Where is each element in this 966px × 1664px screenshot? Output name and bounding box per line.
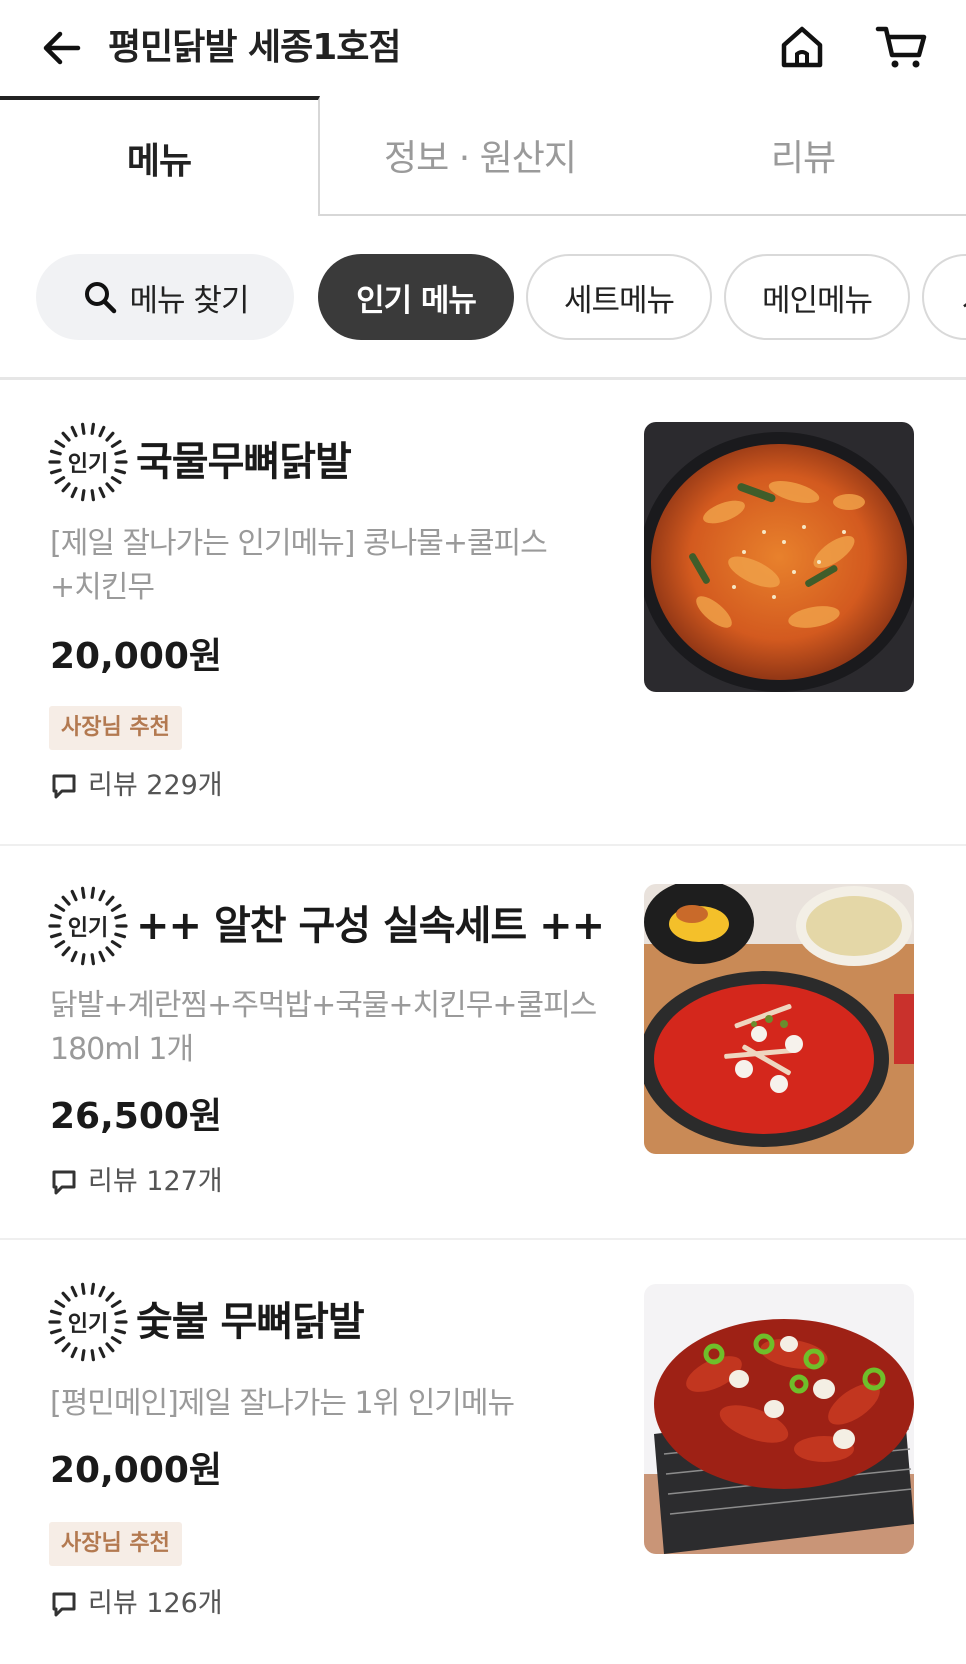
app-header: 평민닭발 세종1호점 — [0, 0, 966, 96]
menu-item[interactable]: 인기 숯불 무뼈닭발 [평민메인]제일 잘나가는 1위 인기메뉴 20,000원… — [0, 1240, 966, 1664]
menu-item-price: 26,500원 — [50, 1096, 223, 1137]
chip-main-menu[interactable]: 메인메뉴 — [724, 254, 910, 340]
review-count: 리뷰 127개 — [50, 1162, 223, 1202]
menu-item-photo — [644, 1284, 914, 1554]
comment-icon — [52, 1592, 76, 1617]
chip-side-menu[interactable]: 사 — [922, 254, 966, 340]
menu-item-name: 숯불 무뼈닭발 — [136, 1299, 365, 1345]
tab-info-origin[interactable]: 정보 · 원산지 — [320, 96, 640, 216]
popular-badge: 인기 — [48, 422, 128, 502]
menu-item-description-line: 닭발+계란찜+주먹밥+국물+치킨무+쿨피스 — [50, 988, 597, 1023]
review-count-label: 리뷰 126개 — [88, 1588, 223, 1619]
chip-set-menu[interactable]: 세트메뉴 — [526, 254, 712, 340]
comment-icon — [52, 774, 76, 799]
home-icon — [781, 26, 823, 68]
popular-badge: 인기 — [48, 1282, 128, 1362]
owner-recommend-tag: 사장님 추천 — [49, 706, 182, 750]
menu-filter-bar: 메뉴 찾기 인기 메뉴 세트메뉴 메인메뉴 사 — [0, 250, 966, 342]
menu-item-description: [제일 잘나가는 인기메뉴] 콩나물+쿨피스 +치킨무 — [50, 522, 620, 610]
home-button[interactable] — [775, 20, 829, 74]
popular-badge-label: 인기 — [67, 1312, 109, 1337]
menu-item-photo — [644, 422, 914, 692]
search-icon — [84, 282, 116, 314]
chip-popular-menu[interactable]: 인기 메뉴 — [318, 254, 514, 340]
menu-item-name: 국물무뼈닭발 — [136, 439, 352, 485]
food-photo-braised-chicken-feet — [644, 422, 914, 692]
menu-item-name: ++ 알찬 구성 실속세트 ++ — [136, 903, 605, 949]
menu-item-description-line: [제일 잘나가는 인기메뉴] 콩나물+쿨피스 — [50, 526, 548, 561]
menu-item[interactable]: 인기 국물무뼈닭발 [제일 잘나가는 인기메뉴] 콩나물+쿨피스 +치킨무 20… — [0, 380, 966, 840]
review-count: 리뷰 126개 — [50, 1584, 223, 1624]
food-photo-grilled-chicken-feet — [644, 1284, 914, 1554]
menu-search-button[interactable]: 메뉴 찾기 — [36, 254, 294, 340]
tab-bar: 메뉴 정보 · 원산지 리뷰 — [0, 96, 966, 218]
comment-icon — [52, 1170, 76, 1195]
back-button[interactable] — [36, 22, 88, 74]
cart-button[interactable] — [872, 20, 930, 74]
menu-item-description-line: +치킨무 — [50, 570, 155, 605]
store-title: 평민닭발 세종1호점 — [108, 27, 402, 68]
menu-item-price: 20,000원 — [50, 636, 223, 677]
menu-item-price: 20,000원 — [50, 1450, 223, 1491]
menu-item-description-line: [평민메인]제일 잘나가는 1위 인기메뉴 — [50, 1386, 515, 1421]
arrow-left-icon — [43, 31, 81, 65]
menu-search-label: 메뉴 찾기 — [129, 282, 250, 319]
review-count-label: 리뷰 127개 — [88, 1166, 223, 1197]
owner-recommend-tag: 사장님 추천 — [49, 1522, 182, 1566]
menu-item-description-line: 180ml 1개 — [50, 1032, 194, 1067]
menu-item[interactable]: 인기 ++ 알찬 구성 실속세트 ++ 닭발+계란찜+주먹밥+국물+치킨무+쿨피… — [0, 846, 966, 1236]
popular-badge-label: 인기 — [67, 916, 109, 941]
popular-badge: 인기 — [48, 886, 128, 966]
food-photo-set-meal — [644, 884, 914, 1154]
cart-icon — [875, 26, 927, 68]
menu-item-photo — [644, 884, 914, 1154]
review-count-label: 리뷰 229개 — [88, 770, 223, 801]
popular-badge-label: 인기 — [67, 452, 109, 477]
menu-item-description: [평민메인]제일 잘나가는 1위 인기메뉴 — [50, 1382, 620, 1426]
menu-item-description: 닭발+계란찜+주먹밥+국물+치킨무+쿨피스 180ml 1개 — [50, 984, 620, 1072]
tab-reviews[interactable]: 리뷰 — [640, 96, 966, 216]
tab-menu[interactable]: 메뉴 — [0, 96, 320, 216]
review-count: 리뷰 229개 — [50, 766, 223, 806]
